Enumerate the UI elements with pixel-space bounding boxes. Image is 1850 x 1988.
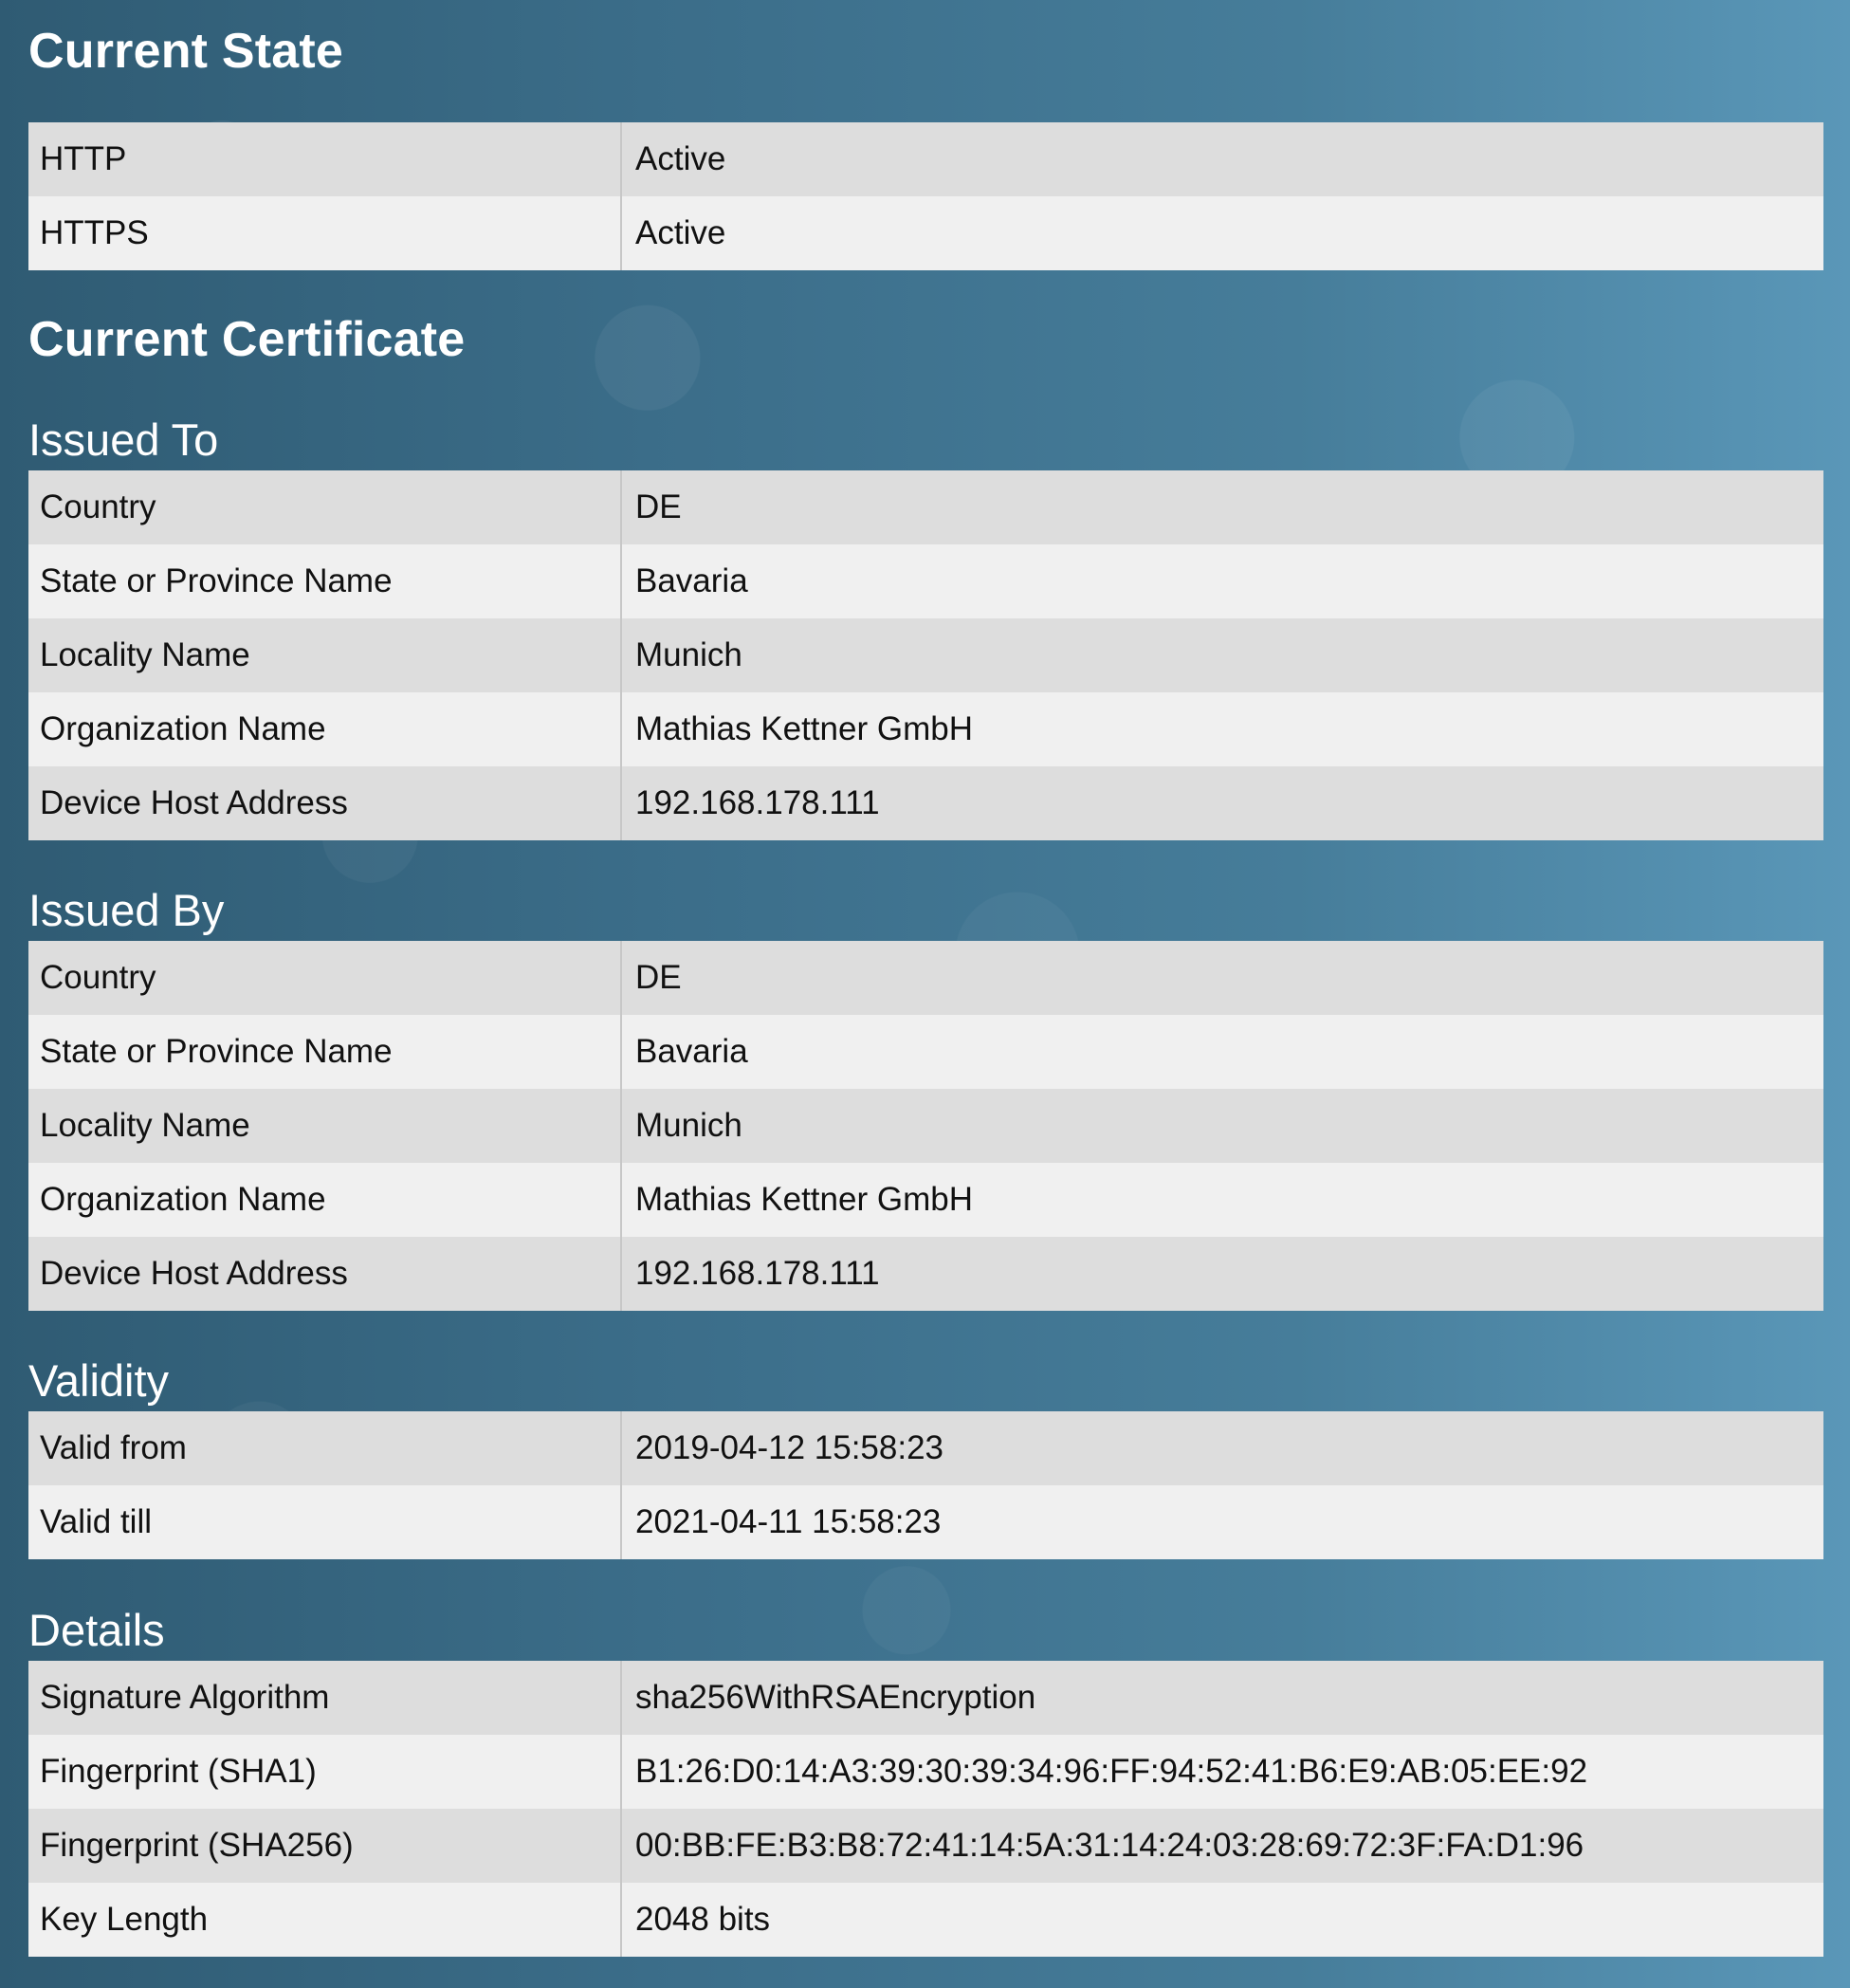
current-certificate-title: Current Certificate [28,312,466,367]
table-row: State or Province Name Bavaria [28,1015,1823,1089]
row-value: 2021-04-11 15:58:23 [621,1485,1823,1559]
issued-to-table: Country DE State or Province Name Bavari… [28,470,1823,840]
row-value: Munich [621,618,1823,692]
row-value: 192.168.178.111 [621,1237,1823,1311]
row-value: 192.168.178.111 [621,766,1823,840]
table-row: Organization Name Mathias Kettner GmbH [28,692,1823,766]
row-key: Device Host Address [28,766,622,840]
row-value: Bavaria [621,1015,1823,1089]
validity-table: Valid from 2019-04-12 15:58:23 Valid til… [28,1411,1823,1559]
row-value: Active [621,196,1823,270]
current-state-title: Current State [28,24,343,79]
row-key: HTTP [28,122,622,196]
row-key: Fingerprint (SHA1) [28,1735,622,1809]
table-row: Fingerprint (SHA1) B1:26:D0:14:A3:39:30:… [28,1735,1823,1809]
details-title: Details [28,1605,165,1655]
table-row: HTTP Active [28,122,1823,196]
row-key: Key Length [28,1883,622,1957]
table-row: Country DE [28,941,1823,1015]
row-value: B1:26:D0:14:A3:39:30:39:34:96:FF:94:52:4… [621,1735,1823,1809]
row-value: Bavaria [621,544,1823,618]
row-key: Signature Algorithm [28,1661,622,1735]
row-key: Locality Name [28,1089,622,1163]
table-row: HTTPS Active [28,196,1823,270]
table-row: State or Province Name Bavaria [28,544,1823,618]
table-row: Locality Name Munich [28,618,1823,692]
validity-title: Validity [28,1355,170,1406]
issued-by-title: Issued By [28,885,225,935]
table-row: Fingerprint (SHA256) 00:BB:FE:B3:B8:72:4… [28,1809,1823,1883]
row-value: 00:BB:FE:B3:B8:72:41:14:5A:31:14:24:03:2… [621,1809,1823,1883]
row-value: 2019-04-12 15:58:23 [621,1411,1823,1485]
row-value: 2048 bits [621,1883,1823,1957]
table-row: Key Length 2048 bits [28,1883,1823,1957]
table-row: Valid till 2021-04-11 15:58:23 [28,1485,1823,1559]
table-row: Device Host Address 192.168.178.111 [28,1237,1823,1311]
row-key: Organization Name [28,692,622,766]
row-value: DE [621,941,1823,1015]
row-key: Valid till [28,1485,622,1559]
table-row: Device Host Address 192.168.178.111 [28,766,1823,840]
table-row: Signature Algorithm sha256WithRSAEncrypt… [28,1661,1823,1735]
row-value: sha256WithRSAEncryption [621,1661,1823,1735]
row-key: State or Province Name [28,544,622,618]
table-row: Organization Name Mathias Kettner GmbH [28,1163,1823,1237]
table-row: Locality Name Munich [28,1089,1823,1163]
row-key: HTTPS [28,196,622,270]
row-key: Locality Name [28,618,622,692]
row-key: Valid from [28,1411,622,1485]
row-value: Mathias Kettner GmbH [621,692,1823,766]
row-value: Mathias Kettner GmbH [621,1163,1823,1237]
row-value: Munich [621,1089,1823,1163]
details-table: Signature Algorithm sha256WithRSAEncrypt… [28,1661,1823,1957]
row-key: Device Host Address [28,1237,622,1311]
issued-by-table: Country DE State or Province Name Bavari… [28,941,1823,1311]
row-key: State or Province Name [28,1015,622,1089]
row-value: Active [621,122,1823,196]
table-row: Valid from 2019-04-12 15:58:23 [28,1411,1823,1485]
issued-to-title: Issued To [28,414,219,465]
current-state-table: HTTP Active HTTPS Active [28,122,1823,270]
row-key: Organization Name [28,1163,622,1237]
table-row: Country DE [28,470,1823,544]
row-key: Country [28,941,622,1015]
row-key: Fingerprint (SHA256) [28,1809,622,1883]
row-key: Country [28,470,622,544]
row-value: DE [621,470,1823,544]
